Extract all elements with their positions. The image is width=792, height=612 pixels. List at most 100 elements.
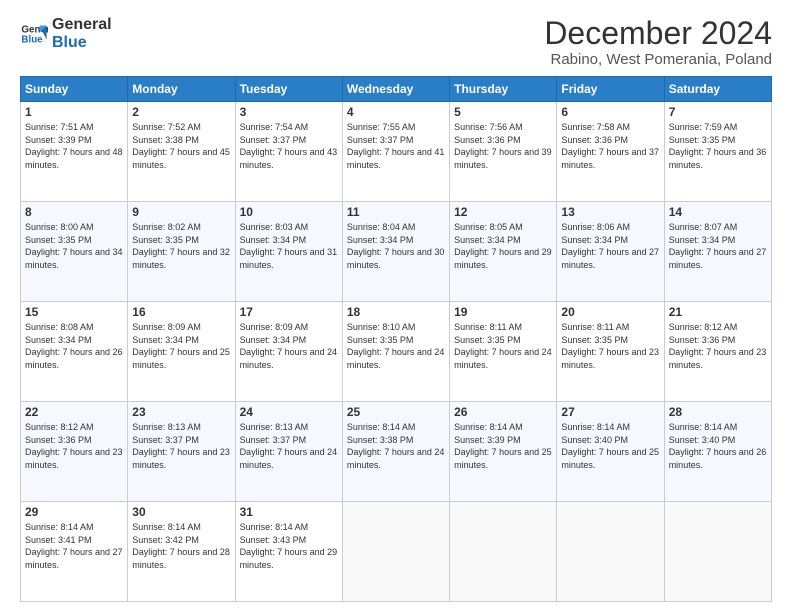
daylight-label: Daylight: 7 hours and 23 minutes. <box>561 347 659 370</box>
daylight-label: Daylight: 7 hours and 27 minutes. <box>669 247 767 270</box>
sunset-label: Sunset: 3:35 PM <box>669 135 736 145</box>
table-row: 24 Sunrise: 8:13 AM Sunset: 3:37 PM Dayl… <box>235 402 342 502</box>
col-saturday: Saturday <box>664 77 771 102</box>
svg-text:Blue: Blue <box>21 34 43 45</box>
sunset-label: Sunset: 3:42 PM <box>132 535 199 545</box>
table-row: 6 Sunrise: 7:58 AM Sunset: 3:36 PM Dayli… <box>557 102 664 202</box>
sunset-label: Sunset: 3:35 PM <box>25 235 92 245</box>
day-info: Sunrise: 8:09 AM Sunset: 3:34 PM Dayligh… <box>240 321 338 371</box>
day-number: 10 <box>240 205 338 219</box>
table-row: 29 Sunrise: 8:14 AM Sunset: 3:41 PM Dayl… <box>21 502 128 602</box>
sunrise-label: Sunrise: 8:06 AM <box>561 222 630 232</box>
sunrise-label: Sunrise: 8:14 AM <box>25 522 94 532</box>
table-row <box>342 502 449 602</box>
table-row <box>450 502 557 602</box>
daylight-label: Daylight: 7 hours and 23 minutes. <box>669 347 767 370</box>
daylight-label: Daylight: 7 hours and 32 minutes. <box>132 247 230 270</box>
table-row: 25 Sunrise: 8:14 AM Sunset: 3:38 PM Dayl… <box>342 402 449 502</box>
sunrise-label: Sunrise: 8:08 AM <box>25 322 94 332</box>
sunset-label: Sunset: 3:34 PM <box>240 235 307 245</box>
daylight-label: Daylight: 7 hours and 28 minutes. <box>132 547 230 570</box>
sunrise-label: Sunrise: 8:07 AM <box>669 222 738 232</box>
header: General Blue General Blue December 2024 … <box>20 16 772 68</box>
day-number: 28 <box>669 405 767 419</box>
daylight-label: Daylight: 7 hours and 39 minutes. <box>454 147 552 170</box>
table-row: 28 Sunrise: 8:14 AM Sunset: 3:40 PM Dayl… <box>664 402 771 502</box>
sunset-label: Sunset: 3:36 PM <box>25 435 92 445</box>
daylight-label: Daylight: 7 hours and 31 minutes. <box>240 247 338 270</box>
day-info: Sunrise: 8:08 AM Sunset: 3:34 PM Dayligh… <box>25 321 123 371</box>
daylight-label: Daylight: 7 hours and 30 minutes. <box>347 247 445 270</box>
day-number: 6 <box>561 105 659 119</box>
sunrise-label: Sunrise: 7:54 AM <box>240 122 309 132</box>
day-info: Sunrise: 8:07 AM Sunset: 3:34 PM Dayligh… <box>669 221 767 271</box>
calendar-week-row: 22 Sunrise: 8:12 AM Sunset: 3:36 PM Dayl… <box>21 402 772 502</box>
day-number: 3 <box>240 105 338 119</box>
sunrise-label: Sunrise: 8:13 AM <box>240 422 309 432</box>
table-row: 21 Sunrise: 8:12 AM Sunset: 3:36 PM Dayl… <box>664 302 771 402</box>
day-info: Sunrise: 8:10 AM Sunset: 3:35 PM Dayligh… <box>347 321 445 371</box>
day-number: 27 <box>561 405 659 419</box>
table-row <box>557 502 664 602</box>
table-row: 27 Sunrise: 8:14 AM Sunset: 3:40 PM Dayl… <box>557 402 664 502</box>
daylight-label: Daylight: 7 hours and 48 minutes. <box>25 147 123 170</box>
day-info: Sunrise: 8:14 AM Sunset: 3:39 PM Dayligh… <box>454 421 552 471</box>
daylight-label: Daylight: 7 hours and 29 minutes. <box>454 247 552 270</box>
table-row: 19 Sunrise: 8:11 AM Sunset: 3:35 PM Dayl… <box>450 302 557 402</box>
day-number: 26 <box>454 405 552 419</box>
sunset-label: Sunset: 3:36 PM <box>454 135 521 145</box>
sunset-label: Sunset: 3:34 PM <box>454 235 521 245</box>
daylight-label: Daylight: 7 hours and 43 minutes. <box>240 147 338 170</box>
day-number: 21 <box>669 305 767 319</box>
day-info: Sunrise: 7:51 AM Sunset: 3:39 PM Dayligh… <box>25 121 123 171</box>
table-row: 18 Sunrise: 8:10 AM Sunset: 3:35 PM Dayl… <box>342 302 449 402</box>
sunrise-label: Sunrise: 8:03 AM <box>240 222 309 232</box>
subtitle: Rabino, West Pomerania, Poland <box>544 51 772 68</box>
sunset-label: Sunset: 3:34 PM <box>347 235 414 245</box>
day-info: Sunrise: 8:03 AM Sunset: 3:34 PM Dayligh… <box>240 221 338 271</box>
sunset-label: Sunset: 3:38 PM <box>132 135 199 145</box>
day-number: 15 <box>25 305 123 319</box>
sunset-label: Sunset: 3:35 PM <box>347 335 414 345</box>
daylight-label: Daylight: 7 hours and 24 minutes. <box>454 347 552 370</box>
daylight-label: Daylight: 7 hours and 24 minutes. <box>240 347 338 370</box>
table-row: 5 Sunrise: 7:56 AM Sunset: 3:36 PM Dayli… <box>450 102 557 202</box>
day-number: 7 <box>669 105 767 119</box>
sunrise-label: Sunrise: 7:55 AM <box>347 122 416 132</box>
sunrise-label: Sunrise: 8:00 AM <box>25 222 94 232</box>
daylight-label: Daylight: 7 hours and 45 minutes. <box>132 147 230 170</box>
daylight-label: Daylight: 7 hours and 23 minutes. <box>132 447 230 470</box>
sunrise-label: Sunrise: 7:56 AM <box>454 122 523 132</box>
page: General Blue General Blue December 2024 … <box>0 0 792 612</box>
day-info: Sunrise: 7:54 AM Sunset: 3:37 PM Dayligh… <box>240 121 338 171</box>
sunset-label: Sunset: 3:34 PM <box>240 335 307 345</box>
day-number: 16 <box>132 305 230 319</box>
day-number: 30 <box>132 505 230 519</box>
col-wednesday: Wednesday <box>342 77 449 102</box>
day-info: Sunrise: 8:14 AM Sunset: 3:40 PM Dayligh… <box>561 421 659 471</box>
daylight-label: Daylight: 7 hours and 27 minutes. <box>561 247 659 270</box>
daylight-label: Daylight: 7 hours and 25 minutes. <box>132 347 230 370</box>
logo-icon: General Blue <box>20 20 48 48</box>
sunrise-label: Sunrise: 8:09 AM <box>240 322 309 332</box>
daylight-label: Daylight: 7 hours and 24 minutes. <box>347 347 445 370</box>
sunset-label: Sunset: 3:36 PM <box>669 335 736 345</box>
table-row: 26 Sunrise: 8:14 AM Sunset: 3:39 PM Dayl… <box>450 402 557 502</box>
calendar-week-row: 15 Sunrise: 8:08 AM Sunset: 3:34 PM Dayl… <box>21 302 772 402</box>
sunrise-label: Sunrise: 8:14 AM <box>240 522 309 532</box>
day-info: Sunrise: 8:05 AM Sunset: 3:34 PM Dayligh… <box>454 221 552 271</box>
day-info: Sunrise: 8:06 AM Sunset: 3:34 PM Dayligh… <box>561 221 659 271</box>
day-number: 18 <box>347 305 445 319</box>
sunset-label: Sunset: 3:41 PM <box>25 535 92 545</box>
title-block: December 2024 Rabino, West Pomerania, Po… <box>544 16 772 68</box>
sunset-label: Sunset: 3:34 PM <box>669 235 736 245</box>
table-row: 15 Sunrise: 8:08 AM Sunset: 3:34 PM Dayl… <box>21 302 128 402</box>
day-info: Sunrise: 8:12 AM Sunset: 3:36 PM Dayligh… <box>669 321 767 371</box>
sunset-label: Sunset: 3:35 PM <box>561 335 628 345</box>
table-row: 9 Sunrise: 8:02 AM Sunset: 3:35 PM Dayli… <box>128 202 235 302</box>
sunset-label: Sunset: 3:37 PM <box>132 435 199 445</box>
day-info: Sunrise: 7:58 AM Sunset: 3:36 PM Dayligh… <box>561 121 659 171</box>
table-row: 23 Sunrise: 8:13 AM Sunset: 3:37 PM Dayl… <box>128 402 235 502</box>
table-row: 14 Sunrise: 8:07 AM Sunset: 3:34 PM Dayl… <box>664 202 771 302</box>
day-info: Sunrise: 8:11 AM Sunset: 3:35 PM Dayligh… <box>454 321 552 371</box>
